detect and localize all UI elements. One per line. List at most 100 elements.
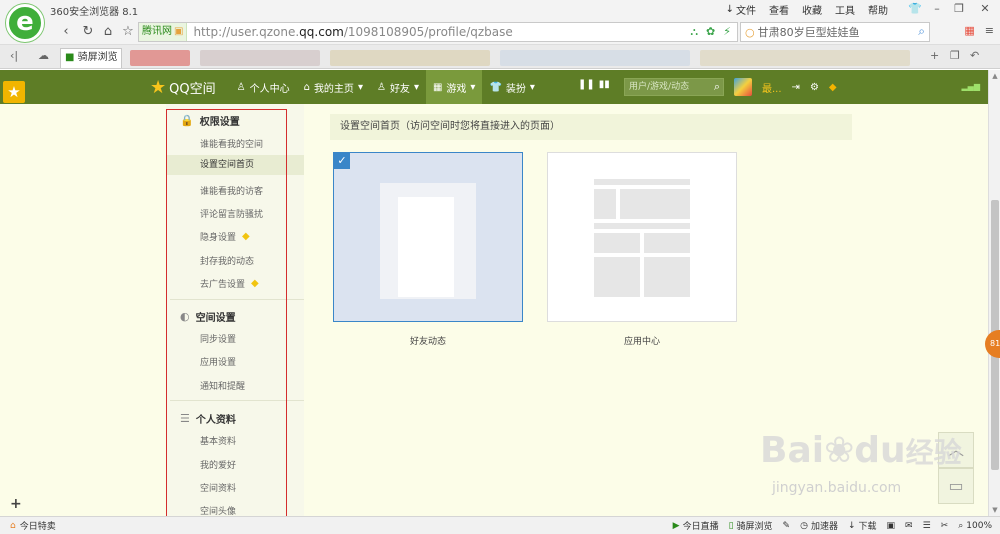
menu-favorites[interactable]: 收藏 <box>802 2 822 17</box>
refresh-icon[interactable]: ↻ <box>78 22 98 42</box>
favorite-star-icon[interactable]: ★ <box>3 81 25 103</box>
status-zoom[interactable]: ⌕ 100% <box>958 521 992 531</box>
scroll-up-icon[interactable]: ▲ <box>989 72 1000 80</box>
sidebar-item-app-settings[interactable]: 应用设置 <box>200 355 236 368</box>
diamond-icon[interactable]: ◆ <box>829 82 837 93</box>
phone-icon: ▯ <box>728 520 734 531</box>
search-engine-icon[interactable]: ○ <box>745 26 755 39</box>
section-space-settings: ◐ 空间设置 <box>180 310 236 324</box>
gear-icon[interactable]: ⚙ <box>810 82 819 93</box>
option-label: 应用中心 <box>623 337 660 347</box>
menu-file[interactable]: ↓ 文件 <box>726 2 756 17</box>
gear-icon[interactable]: ✿ <box>706 25 715 39</box>
sidebar-item-sync[interactable]: 同步设置 <box>200 332 236 345</box>
chevron-down-icon: ↓ <box>725 4 734 15</box>
sidebar-item-who-can-view[interactable]: 谁能看我的空间 <box>200 137 263 150</box>
nav-friends[interactable]: ♙ 好友 ▾ <box>370 70 426 104</box>
maximize-icon[interactable]: ❐ <box>948 0 970 18</box>
logout-icon[interactable]: ⇥ <box>792 82 800 93</box>
status-sidescreen[interactable]: ▯ 骑屏浏览 <box>728 519 773 533</box>
settings-icon: ◐ <box>180 310 190 323</box>
menu-view[interactable]: 查看 <box>769 2 789 17</box>
extensions: ▦ ≡ <box>964 24 994 37</box>
status-tool-icon[interactable]: ✂ <box>941 521 949 531</box>
search-icon[interactable]: ⌕ <box>918 24 925 39</box>
qzone-nav: ★ QQ空间 ♙ 个人中心 ⌂ 我的主页 ▾ ♙ 好友 ▾ ▦ 游戏 ▾ 👕 装扮 ▾ <box>150 70 542 104</box>
sidebar-item-set-homepage[interactable]: 设置空间首页 <box>166 155 304 175</box>
status-tool-icon[interactable]: ▣ <box>887 521 896 531</box>
cert-icon: ▣ <box>174 26 184 37</box>
menu-icon[interactable]: ≡ <box>985 24 994 37</box>
menu-tools[interactable]: 工具 <box>835 2 855 17</box>
avatar[interactable] <box>734 78 752 96</box>
qzone-search-input[interactable]: 用户/游戏/动态 ⌕ <box>624 78 724 96</box>
pause-icon[interactable]: ❚❚ <box>578 79 595 90</box>
option-friend-feed[interactable]: ✓ <box>333 152 523 322</box>
status-tool-icon[interactable]: ☰ <box>923 521 931 531</box>
search-icon[interactable]: ⌕ <box>714 79 720 95</box>
new-tab-icon[interactable]: + <box>930 49 939 62</box>
apps-icon[interactable]: ▦ <box>964 24 974 37</box>
add-icon[interactable]: + <box>10 496 22 512</box>
back-icon[interactable]: ‹ <box>56 22 76 42</box>
undo-icon[interactable]: ↶ <box>970 49 979 62</box>
scroll-down-icon[interactable]: ▼ <box>989 506 1000 514</box>
checkmark-icon: ✓ <box>334 153 350 169</box>
nav-dress-up[interactable]: 👕 装扮 ▾ <box>482 70 541 104</box>
cloud-icon[interactable]: ☁ <box>38 49 49 62</box>
sidebar-item-hobbies[interactable]: 我的爱好 <box>200 458 236 471</box>
url-text[interactable]: http://user.qzone.qq.com/1098108905/prof… <box>193 25 512 39</box>
qzone-logo[interactable]: ★ QQ空间 <box>150 77 216 98</box>
sidebar-item-space-info[interactable]: 空间资料 <box>200 481 236 494</box>
option-app-center[interactable] <box>547 152 737 322</box>
tab-list-icon[interactable]: ❐ <box>950 49 960 62</box>
address-row: ‹ ↻ ⌂ ☆ 腾讯网 ▣ http://user.qzone.qq.com/10… <box>0 19 1000 45</box>
status-tool-icon[interactable]: ✉ <box>905 521 913 531</box>
nav-games[interactable]: ▦ 游戏 ▾ <box>425 70 483 104</box>
sidebar-item-notifications[interactable]: 通知和提醒 <box>200 379 245 392</box>
tab-blurred-3[interactable] <box>330 50 490 66</box>
home-icon[interactable]: ⌂ <box>98 22 118 42</box>
sidebar-item-basic-info[interactable]: 基本资料 <box>200 434 236 447</box>
sidebar-item-anti-harass[interactable]: 评论留言防骚扰 <box>200 207 263 220</box>
address-bar[interactable]: 腾讯网 ▣ http://user.qzone.qq.com/1098108905… <box>138 22 738 42</box>
music-controls: ❚❚ ▮▮ <box>578 79 610 90</box>
feedback-icon[interactable]: ▭ <box>938 468 974 504</box>
status-live[interactable]: ▶ 今日直播 <box>673 519 719 533</box>
status-daily-sale[interactable]: ⌂ 今日特卖 <box>10 519 56 533</box>
site-tag[interactable]: 腾讯网 ▣ <box>139 23 188 41</box>
sidebar-item-remove-ads[interactable]: 去广告设置 ◆ <box>200 277 259 290</box>
nav-my-homepage[interactable]: ⌂ 我的主页 ▾ <box>297 70 370 104</box>
browser-logo-icon[interactable]: e <box>6 4 44 42</box>
volume-icon[interactable]: ▮▮ <box>599 79 610 90</box>
status-tool-icon[interactable]: ✎ <box>783 521 791 531</box>
sidebar-item-archive-feed[interactable]: 封存我的动态 <box>200 254 254 267</box>
star-icon[interactable]: ☆ <box>118 22 138 42</box>
grid-icon: ▦ <box>432 81 443 93</box>
tab-active[interactable]: ■ 骑屏浏览 <box>60 48 122 68</box>
app-title: 360安全浏览器 8.1 <box>50 7 139 18</box>
translate-icon[interactable]: ⛬ <box>690 25 698 39</box>
menu-help[interactable]: 帮助 <box>868 2 888 17</box>
tab-blurred-1[interactable] <box>130 50 190 66</box>
tab-blurred-2[interactable] <box>200 50 320 66</box>
zoom-icon: ⌕ <box>958 520 964 531</box>
vertical-scrollbar[interactable]: ▲ ▼ <box>988 70 1000 516</box>
speed-icon: ◷ <box>800 520 808 531</box>
sidebar-item-invisible[interactable]: 隐身设置 ◆ <box>200 230 250 243</box>
tab-blurred-4[interactable] <box>500 50 690 66</box>
search-input[interactable]: ○ 甘肃80岁巨型娃娃鱼 ⌕ <box>740 22 930 42</box>
status-accelerator[interactable]: ◷ 加速器 <box>800 519 838 533</box>
lightning-icon[interactable]: ⚡ <box>723 25 731 39</box>
tab-scroll-left-icon[interactable]: ‹| <box>10 49 18 62</box>
status-download[interactable]: ↓ 下载 <box>848 519 877 533</box>
username[interactable]: 最... <box>762 80 782 95</box>
nav-personal-center[interactable]: ♙ 个人中心 <box>230 70 297 104</box>
shirt-icon[interactable]: 👕 <box>904 0 926 18</box>
tab-blurred-5[interactable] <box>700 50 910 66</box>
close-icon[interactable]: ✕ <box>970 0 1000 18</box>
tab-favicon: ■ <box>65 52 78 63</box>
layout-block <box>594 179 690 185</box>
minimize-icon[interactable]: – <box>926 0 948 18</box>
sidebar-item-who-sees-visitors[interactable]: 谁能看我的访客 <box>200 184 263 197</box>
